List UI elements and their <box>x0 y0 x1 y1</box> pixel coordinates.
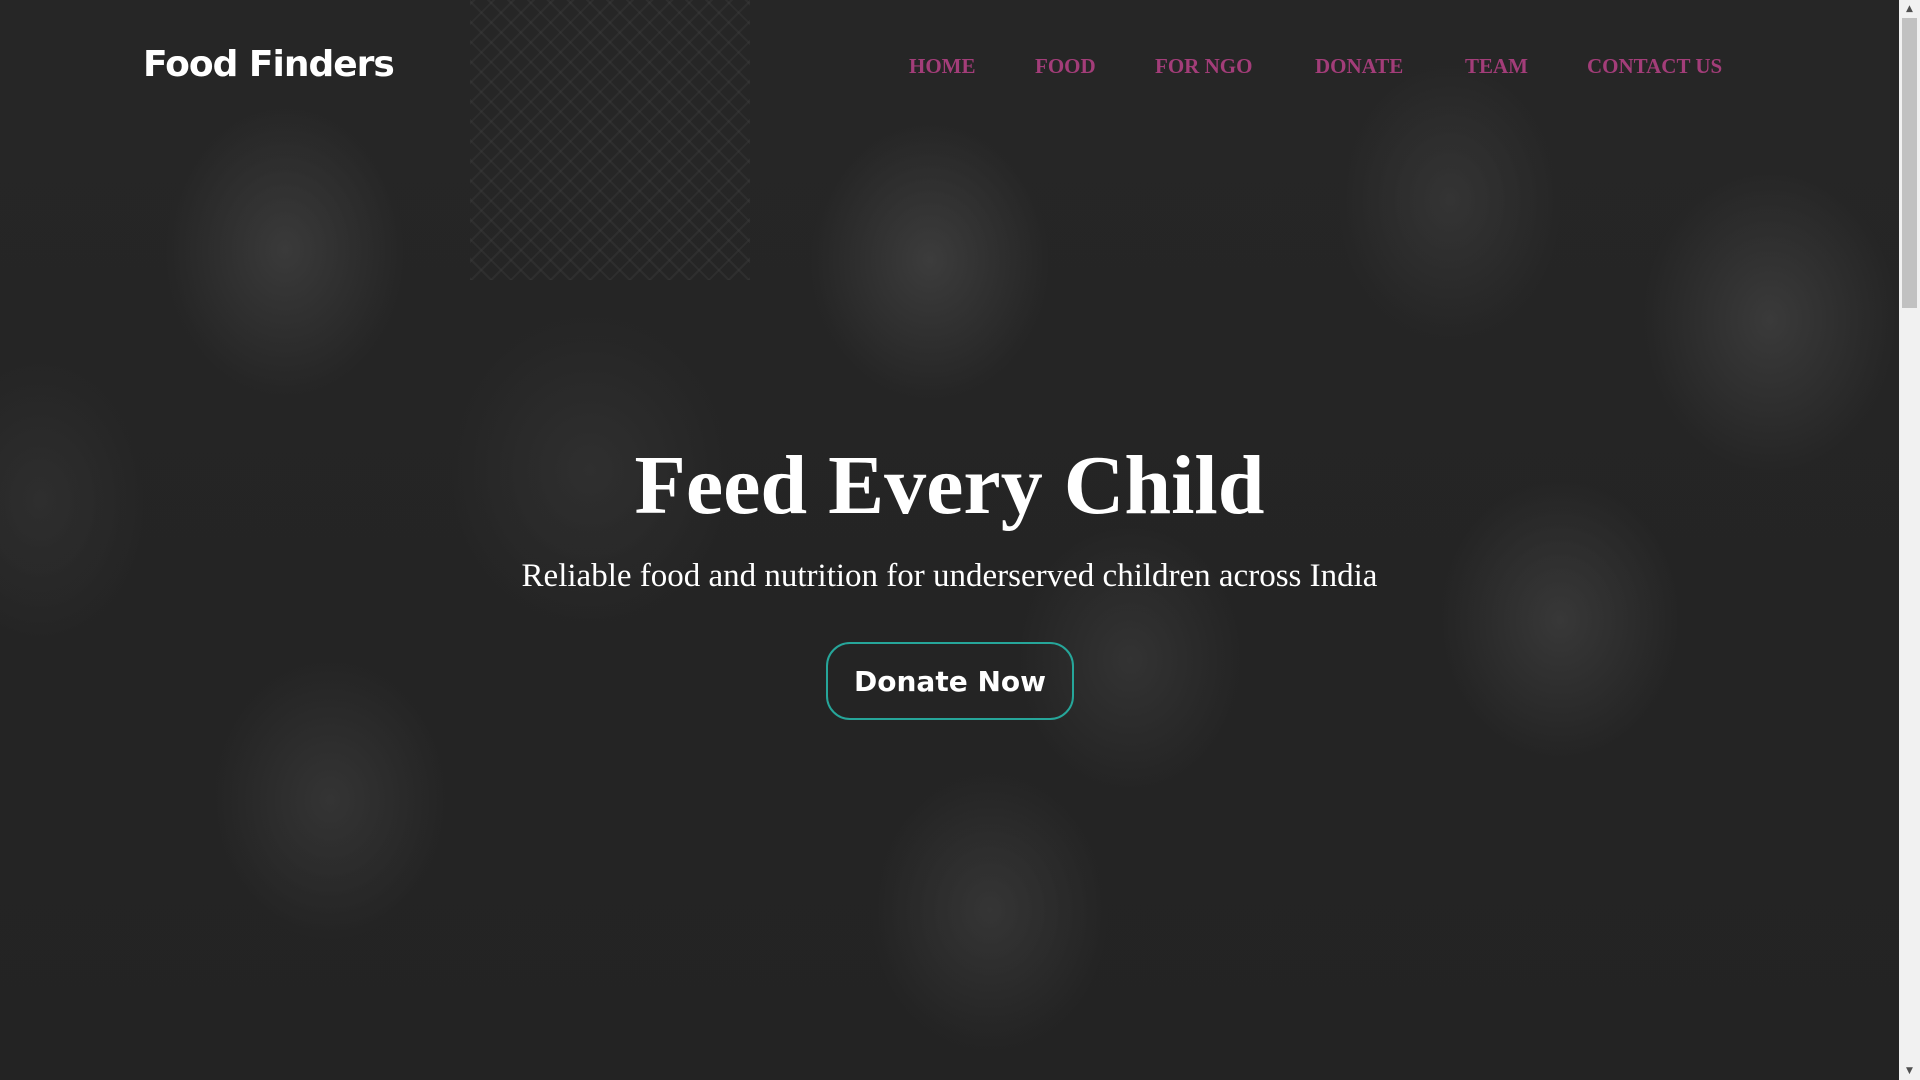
nav-link-donate[interactable]: DONATE <box>1315 54 1403 79</box>
hero-subtitle: Reliable food and nutrition for underser… <box>521 558 1378 594</box>
hero-background-image <box>470 0 750 280</box>
nav-link-food[interactable]: FOOD <box>1035 54 1096 79</box>
scroll-up-icon[interactable]: ▲ <box>1899 0 1920 18</box>
nav-link-team[interactable]: TEAM <box>1465 54 1528 79</box>
page-scrollbar[interactable]: ▲ ▼ <box>1899 0 1920 1080</box>
nav-link-contact-us[interactable]: CONTACT US <box>1587 54 1722 79</box>
nav-link-for-ngo[interactable]: FOR NGO <box>1155 54 1252 79</box>
donate-now-button[interactable]: Donate Now <box>826 642 1074 720</box>
hero-section: Food Finders HOME FOOD FOR NGO DONATE TE… <box>0 0 1899 1080</box>
scroll-down-icon[interactable]: ▼ <box>1899 1062 1920 1080</box>
nav-link-home[interactable]: HOME <box>909 54 976 79</box>
site-logo[interactable]: Food Finders <box>143 44 395 85</box>
hero-title: Feed Every Child <box>634 439 1265 532</box>
scroll-thumb[interactable] <box>1902 18 1917 308</box>
